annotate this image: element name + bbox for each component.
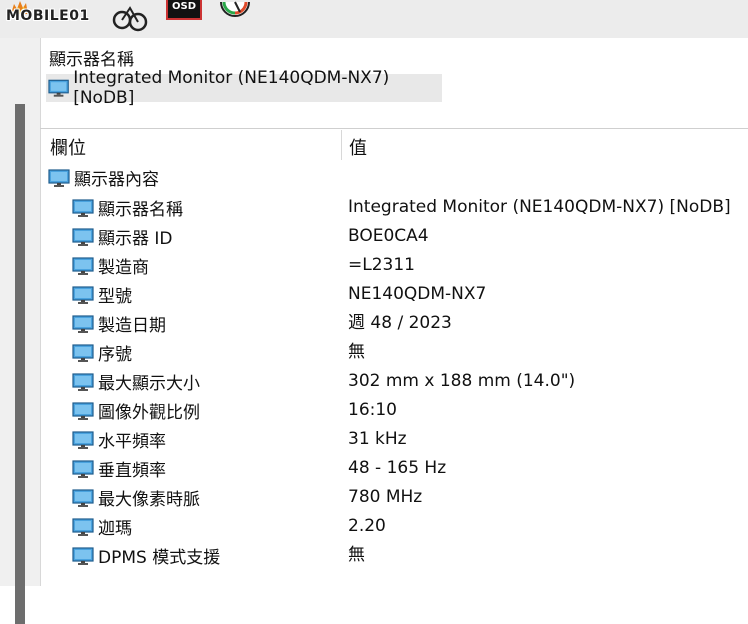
property-value: 2.20 — [348, 516, 386, 536]
property-label: 垂直頻率 — [98, 461, 166, 481]
monitor-icon — [72, 314, 94, 333]
property-label: 顯示器 ID — [98, 229, 173, 249]
property-label: 製造日期 — [98, 316, 166, 336]
monitor-icon — [72, 227, 94, 246]
monitor-icon — [72, 401, 94, 420]
property-row[interactable]: 製造日期 — [72, 309, 166, 338]
property-value: Integrated Monitor (NE140QDM-NX7) [NoDB] — [348, 197, 731, 217]
monitor-icon — [72, 459, 94, 478]
property-value: 無 — [348, 545, 365, 565]
osd-icon[interactable]: OSD — [166, 0, 202, 20]
property-row[interactable]: 顯示器 ID — [72, 222, 173, 251]
property-row[interactable]: 迦瑪 — [72, 512, 132, 541]
property-value: 16:10 — [348, 400, 397, 420]
monitor-icon — [72, 372, 94, 391]
monitor-icon — [72, 285, 94, 304]
property-label: 水平頻率 — [98, 432, 166, 452]
toolbar: MOBILE01 OSD — [0, 0, 748, 38]
property-value: 無 — [348, 342, 365, 362]
property-row[interactable]: 垂直頻率 — [72, 454, 166, 483]
property-row[interactable]: 最大像素時脈 — [72, 483, 200, 512]
property-row[interactable]: DPMS 模式支援 — [72, 541, 220, 570]
device-name: Integrated Monitor (NE140QDM-NX7) [NoDB] — [73, 68, 390, 108]
property-value: 48 - 165 Hz — [348, 458, 447, 478]
property-row[interactable]: 製造商 — [72, 251, 149, 280]
property-row[interactable]: 顯示器名稱 — [72, 193, 183, 222]
property-label: 最大顯示大小 — [98, 374, 200, 394]
left-pane — [0, 38, 40, 624]
property-row[interactable]: 最大顯示大小 — [72, 367, 200, 396]
property-value: NE140QDM-NX7 — [348, 284, 487, 304]
gauge-icon[interactable] — [218, 0, 252, 22]
property-label: 型號 — [98, 287, 132, 307]
device-list-item[interactable]: Integrated Monitor (NE140QDM-NX7) [NoDB] — [46, 68, 442, 108]
property-label: 迦瑪 — [98, 519, 132, 539]
group-label: 顯示器內容 — [74, 170, 159, 190]
property-label: DPMS 模式支援 — [98, 548, 221, 568]
monitor-icon — [72, 343, 94, 362]
property-label: 顯示器名稱 — [98, 200, 183, 220]
column-header-value[interactable]: 值 — [349, 134, 367, 160]
monitor-icon — [72, 198, 94, 217]
property-label: 最大像素時脈 — [98, 490, 200, 510]
property-label: 製造商 — [98, 258, 149, 278]
property-value: 302 mm x 188 mm (14.0") — [348, 371, 576, 391]
scrollbar[interactable] — [15, 104, 25, 624]
property-row[interactable]: 型號 — [72, 280, 132, 309]
monitor-icon — [72, 517, 94, 536]
property-value: =L2311 — [348, 255, 415, 275]
column-header-field[interactable]: 欄位 — [50, 134, 86, 160]
property-row[interactable]: 水平頻率 — [72, 425, 166, 454]
column-separator[interactable] — [341, 130, 342, 160]
group-row[interactable]: 顯示器內容 — [48, 163, 159, 192]
property-value: 780 MHz — [348, 487, 423, 507]
property-value: 31 kHz — [348, 429, 407, 449]
property-value: 週 48 / 2023 — [348, 313, 452, 333]
property-row[interactable]: 圖像外觀比例 — [72, 396, 200, 425]
device-header: 顯示器名稱 — [49, 50, 134, 70]
monitor-icon — [72, 256, 94, 275]
monitor-icon — [72, 430, 94, 449]
monitor-icon — [48, 168, 70, 187]
watermark-logo: MOBILE01 — [6, 8, 90, 24]
property-row[interactable]: 序號 — [72, 338, 132, 367]
monitor-icon — [72, 488, 94, 507]
monitor-icon — [48, 79, 69, 97]
monitor-icon — [72, 546, 94, 565]
property-value: BOE0CA4 — [348, 226, 429, 246]
property-label: 序號 — [98, 345, 132, 365]
property-label: 圖像外觀比例 — [98, 403, 200, 423]
bike-icon[interactable] — [112, 0, 148, 32]
divider — [40, 128, 748, 129]
